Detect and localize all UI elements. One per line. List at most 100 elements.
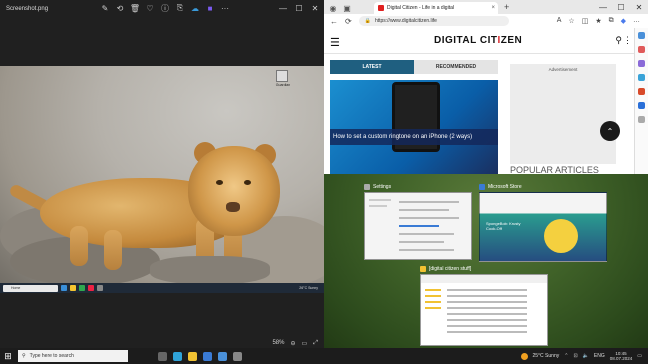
navigation-bar: ← ⟳ 🔒 https://www.digitalcitizen.life A …	[324, 14, 648, 28]
tab-digital-citizen[interactable]: Digital Citizen - Life in a digital ×	[374, 2, 498, 14]
tab-actions-icon[interactable]: ▣	[342, 2, 352, 14]
snap-store-label: Microsoft Store	[488, 184, 522, 190]
tab-latest[interactable]: LATEST	[330, 60, 414, 74]
snap-file-explorer[interactable]: [digital citizen stuff]	[420, 264, 548, 346]
copilot-icon[interactable]: ◆	[621, 17, 626, 25]
favorites-icon[interactable]: ★	[595, 17, 601, 25]
ad-label: Advertisement	[548, 67, 578, 72]
search-icon: ⚲	[22, 353, 26, 359]
lion-cub-photo: Guardian	[0, 66, 324, 293]
language-indicator[interactable]: ENG	[594, 353, 605, 359]
site-search-icon[interactable]: ⚲	[615, 35, 622, 46]
more-icon[interactable]: ···	[220, 2, 230, 14]
photos-filename: Screenshot.png	[6, 6, 49, 12]
lock-icon: 🔒	[364, 18, 371, 24]
back-icon[interactable]: ←	[330, 17, 338, 26]
rotate-icon[interactable]: ⟲	[115, 2, 125, 14]
minimize-button[interactable]: —	[276, 1, 290, 15]
shopping-icon[interactable]	[638, 46, 645, 53]
task-view-icon[interactable]	[158, 351, 167, 361]
address-bar[interactable]: 🔒 https://www.digitalcitizen.life	[358, 16, 509, 26]
favorite-star-icon[interactable]: ☆	[568, 17, 574, 25]
site-menu-icon[interactable]: ⋮	[623, 35, 632, 46]
close-button[interactable]: ✕	[308, 1, 322, 15]
site-logo[interactable]: DIGITAL CITIZEN	[434, 35, 522, 46]
snap-microsoft-store[interactable]: Microsoft Store SpongeBob: Krusty Cook-O…	[479, 182, 607, 262]
screenshot-taskbar: Home 26°C Sunny	[0, 283, 324, 293]
search-placeholder: Type here to search	[29, 353, 74, 359]
settings-icon[interactable]	[233, 351, 242, 361]
fullscreen-icon[interactable]: ⤢	[313, 340, 318, 347]
article-title[interactable]: How to set a custom ringtone on an iPhon…	[330, 129, 498, 145]
edge-icon[interactable]	[173, 351, 182, 361]
fit-icon[interactable]: ▭	[302, 340, 308, 347]
edge-window-controls: — ☐ ✕	[596, 0, 646, 14]
add-icon[interactable]	[638, 116, 645, 123]
outlook-icon[interactable]	[638, 102, 645, 109]
network-icon[interactable]: ⊡	[573, 353, 577, 359]
edit-icon[interactable]: ✎	[100, 2, 110, 14]
article-tabs: LATEST RECOMMENDED	[330, 60, 498, 74]
snap-explorer-label: [digital citizen stuff]	[429, 266, 472, 272]
system-tray: 25°C Sunny ⌃ ⊡ 🔈 ENG 10:45 08.07.2024 ▭	[520, 351, 648, 361]
split-screen-icon[interactable]: ◫	[582, 17, 589, 25]
desktop-app-icon[interactable]	[276, 70, 288, 82]
taskbar-search[interactable]: ⚲ Type here to search	[18, 350, 128, 362]
weather-icon[interactable]	[520, 352, 528, 360]
desktop: Screenshot.png ✎ ⟲ 🗑 ♡ ⓘ ⎘ ☁ ■ ··· — ☐ ✕	[0, 0, 648, 364]
photos-footer: 58% ⊖ ▭ ⤢	[0, 338, 324, 348]
file-explorer-icon[interactable]	[188, 351, 197, 361]
snap-settings[interactable]: Settings	[364, 182, 472, 260]
close-tab-icon[interactable]: ×	[491, 5, 498, 11]
office-icon[interactable]	[638, 88, 645, 95]
store-icon	[479, 184, 485, 190]
snap-assist-area: Settings Microsoft Store SpongeBob: Krus…	[324, 174, 648, 348]
scroll-top-button[interactable]: ⌃	[600, 121, 620, 141]
advertisement-box: Advertisement	[510, 64, 616, 164]
games-icon[interactable]	[638, 74, 645, 81]
site-favicon-icon	[378, 5, 384, 11]
tab-strip: ◉ ▣ Digital Citizen - Life in a digital …	[324, 0, 648, 14]
store-icon[interactable]	[203, 351, 212, 361]
delete-icon[interactable]: 🗑	[130, 2, 140, 14]
chevron-up-icon[interactable]: ⌃	[564, 353, 568, 359]
new-tab-button[interactable]: +	[504, 2, 509, 12]
search-icon[interactable]	[638, 32, 645, 39]
screenshot-tray: 26°C Sunny	[299, 286, 318, 290]
zoom-out-icon[interactable]: ⊖	[290, 340, 295, 347]
share-icon[interactable]: ⎘	[175, 2, 185, 14]
site-header: ☰ DIGITAL CITIZEN ⚲ ⋮	[324, 28, 634, 54]
tools-icon[interactable]	[638, 60, 645, 67]
more-icon[interactable]: …	[633, 17, 640, 25]
photos-window: Screenshot.png ✎ ⟲ 🗑 ♡ ⓘ ⎘ ☁ ■ ··· — ☐ ✕	[0, 0, 324, 348]
onedrive-icon[interactable]: ☁	[190, 2, 200, 14]
minimize-button[interactable]: —	[596, 0, 610, 14]
zoom-level: 58%	[272, 340, 285, 346]
collections-icon[interactable]: ⧉	[609, 17, 614, 25]
volume-icon[interactable]: 🔈	[583, 353, 589, 359]
weather-text[interactable]: 25°C Sunny	[533, 353, 560, 359]
favorite-icon[interactable]: ♡	[145, 2, 155, 14]
close-button[interactable]: ✕	[632, 0, 646, 14]
maximize-button[interactable]: ☐	[292, 1, 306, 15]
tab-recommended[interactable]: RECOMMENDED	[414, 60, 498, 74]
snap-settings-label: Settings	[373, 184, 392, 190]
article-image[interactable]	[330, 80, 498, 174]
hamburger-menu-icon[interactable]: ☰	[330, 36, 340, 49]
info-icon[interactable]: ⓘ	[160, 2, 170, 14]
clock[interactable]: 10:45 08.07.2024	[610, 351, 633, 361]
taskbar: ⊞ ⚲ Type here to search 25°C Sunny ⌃ ⊡ 🔈…	[0, 348, 648, 364]
address-text: https://www.digitalcitizen.life	[374, 18, 437, 24]
refresh-icon[interactable]: ⟳	[345, 17, 352, 26]
maximize-button[interactable]: ☐	[614, 0, 628, 14]
profile-icon[interactable]: ◉	[328, 2, 338, 14]
start-button[interactable]: ⊞	[0, 348, 16, 364]
read-aloud-icon[interactable]: A	[557, 17, 562, 25]
clipchamp-icon[interactable]: ■	[205, 2, 215, 14]
photos-icon[interactable]	[218, 351, 227, 361]
settings-thumbnail	[364, 192, 472, 260]
notification-icon[interactable]: ▭	[637, 353, 642, 359]
folder-icon	[420, 266, 426, 272]
game-art	[544, 219, 578, 253]
lion-head	[188, 146, 280, 236]
